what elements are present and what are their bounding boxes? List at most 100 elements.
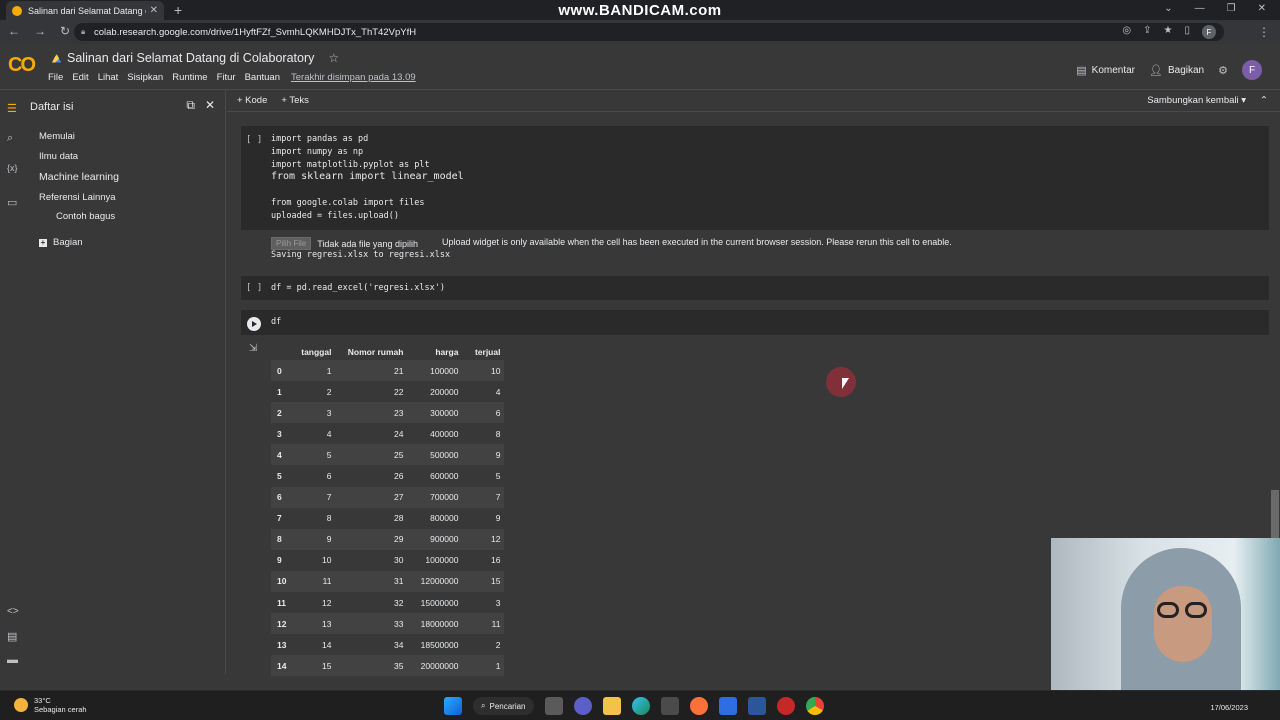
no-file-text: Tidak ada file yang dipilih bbox=[317, 238, 418, 249]
table-cell: 200000 bbox=[430, 386, 459, 397]
open-in-tab-icon[interactable]: ⧉ bbox=[186, 98, 195, 113]
variables-icon[interactable]: {x} bbox=[7, 163, 18, 173]
share-page-icon[interactable]: ⇪ bbox=[1143, 25, 1151, 39]
table-row: 0 1 21 100000 10 bbox=[271, 360, 505, 382]
table-cell: 28 bbox=[394, 513, 404, 524]
settings-gear-icon[interactable]: ⚙ bbox=[1218, 64, 1228, 77]
toc-item-contoh-bagus[interactable]: Contoh bagus bbox=[56, 211, 115, 222]
search-icon[interactable]: ⌕ bbox=[7, 132, 13, 145]
share-button[interactable]: 👤︎ Bagikan bbox=[1149, 64, 1204, 77]
table-cell: 15 bbox=[290, 655, 336, 677]
collapse-header-icon[interactable]: ⌃ bbox=[1260, 95, 1268, 106]
code-editor[interactable]: import pandas as pd import numpy as np imp… bbox=[271, 133, 464, 223]
table-cell: 12 bbox=[322, 597, 332, 608]
sidepanel-icon[interactable]: ▯ bbox=[1184, 25, 1190, 39]
restore-icon[interactable]: ❐ bbox=[1227, 3, 1236, 14]
table-cell: 12000000 bbox=[407, 570, 463, 593]
toc-item-memulai[interactable]: Memulai bbox=[39, 131, 75, 142]
store-icon[interactable] bbox=[660, 697, 679, 715]
menu-insert[interactable]: Sisipkan bbox=[127, 72, 163, 83]
colab-logo[interactable]: CO bbox=[8, 54, 36, 77]
table-cell: 4 bbox=[326, 428, 332, 439]
tab-search-icon[interactable]: ⌄ bbox=[1164, 3, 1172, 14]
run-cell-icon[interactable] bbox=[247, 317, 261, 331]
code-line[interactable]: df = pd.read_excel('regresi.xlsx') bbox=[271, 282, 445, 295]
code-cell-imports[interactable]: [ ] import pandas as pd import numpy as n… bbox=[241, 126, 1269, 230]
reload-icon[interactable]: ↻ bbox=[60, 24, 70, 38]
toc-item-machine-learning[interactable]: Machine learning bbox=[39, 171, 119, 183]
table-cell: 24 bbox=[394, 428, 404, 439]
close-window-icon[interactable]: ✕ bbox=[1258, 3, 1266, 14]
code-line[interactable]: df bbox=[271, 316, 281, 329]
table-of-contents-panel: Daftar isi ⧉ ✕ Memulai Ilmu data Machine… bbox=[26, 90, 226, 674]
google-lens-icon[interactable]: ◎ bbox=[1122, 25, 1131, 39]
column-header: harga bbox=[435, 346, 459, 357]
weather-widget[interactable]: 33°C Sebagian cerah bbox=[14, 696, 87, 714]
toc-item-referensi-lainnya[interactable]: Referensi Lainnya bbox=[39, 192, 116, 203]
menu-help[interactable]: Bantuan bbox=[245, 72, 280, 83]
table-cell: 5 bbox=[495, 471, 501, 482]
minimize-icon[interactable]: — bbox=[1195, 3, 1205, 14]
add-section-button[interactable]: + Bagian bbox=[39, 237, 83, 248]
comment-button[interactable]: ▤ Komentar bbox=[1076, 64, 1135, 77]
menu-view[interactable]: Lihat bbox=[98, 72, 119, 83]
files-folder-icon[interactable]: ▭ bbox=[7, 196, 17, 209]
output-actions-icon[interactable]: ⇲ bbox=[249, 343, 257, 354]
firefox-icon[interactable] bbox=[689, 697, 708, 715]
star-icon[interactable]: ☆ bbox=[328, 51, 339, 65]
code-cell-df[interactable]: df bbox=[241, 310, 1269, 335]
back-icon[interactable]: ← bbox=[8, 24, 20, 38]
row-index: 10 bbox=[271, 570, 291, 593]
row-index: 3 bbox=[277, 428, 282, 439]
code-snippets-icon[interactable]: <> bbox=[7, 606, 19, 617]
bookmark-star-icon[interactable]: ★ bbox=[1164, 25, 1173, 39]
table-cell: 21 bbox=[335, 360, 408, 382]
browser-menu-icon[interactable]: ⋮ bbox=[1258, 25, 1270, 39]
choose-file-button[interactable]: Pilih File bbox=[271, 237, 312, 250]
menu-runtime[interactable]: Runtime bbox=[172, 72, 207, 83]
menu-edit[interactable]: Edit bbox=[72, 72, 88, 83]
code-cell-read-excel[interactable]: [ ] df = pd.read_excel('regresi.xlsx') bbox=[241, 276, 1269, 300]
scrollbar-thumb[interactable] bbox=[1271, 490, 1279, 540]
url-field[interactable]: 🔒︎ colab.research.google.com/drive/1Hyft… bbox=[74, 23, 1224, 41]
terminal-icon[interactable]: ▬ bbox=[7, 654, 18, 666]
reconnect-button[interactable]: Sambungkan kembali ▾ bbox=[1147, 95, 1246, 106]
table-cell: 10 bbox=[322, 555, 332, 566]
command-palette-icon[interactable]: ▤ bbox=[7, 630, 17, 643]
notebook-title[interactable]: Salinan dari Selamat Datang di Colaborat… bbox=[67, 51, 314, 65]
file-explorer-icon[interactable] bbox=[602, 697, 621, 715]
chrome-icon[interactable] bbox=[805, 697, 824, 715]
table-cell: 15000000 bbox=[420, 597, 459, 608]
forward-icon[interactable]: → bbox=[34, 24, 46, 38]
mouse-pointer-icon bbox=[842, 378, 849, 389]
table-cell: 2 bbox=[495, 639, 501, 650]
saving-message: Saving regresi.xlsx to regresi.xlsx bbox=[271, 250, 451, 260]
last-saved-link[interactable]: Terakhir disimpan pada 13.09 bbox=[291, 72, 416, 83]
toc-item-ilmu-data[interactable]: Ilmu data bbox=[39, 151, 78, 162]
bandicam-icon[interactable] bbox=[776, 697, 795, 715]
add-text-button[interactable]: + Teks bbox=[281, 95, 309, 106]
menu-file[interactable]: File bbox=[48, 72, 63, 83]
table-row: 11 12 32 15000000 3 bbox=[271, 592, 504, 613]
header-actions: ▤ Komentar 👤︎ Bagikan ⚙ F bbox=[1076, 60, 1262, 80]
word-icon[interactable] bbox=[747, 697, 766, 715]
cell-run-bracket[interactable]: [ ] bbox=[246, 283, 262, 293]
pen-app-icon[interactable] bbox=[718, 697, 737, 715]
colab-header: CO Salinan dari Selamat Datang di Colabo… bbox=[0, 44, 1280, 90]
cell-run-bracket[interactable]: [ ] bbox=[246, 135, 262, 145]
taskbar-search[interactable]: ⌕ Pencarian bbox=[473, 697, 534, 715]
task-view-icon[interactable] bbox=[544, 697, 563, 715]
table-cell: 25 bbox=[335, 444, 408, 466]
add-code-button[interactable]: + Kode bbox=[237, 95, 267, 106]
edge-browser-icon[interactable] bbox=[631, 697, 650, 715]
teams-chat-icon[interactable] bbox=[573, 697, 592, 715]
column-header: Nomor rumah bbox=[347, 346, 404, 357]
table-of-contents-icon[interactable]: ☰ bbox=[7, 102, 17, 115]
windows-start-icon[interactable] bbox=[444, 697, 462, 715]
table-row: 1 2 22 200000 4 bbox=[271, 381, 504, 402]
account-avatar[interactable]: F bbox=[1242, 60, 1262, 80]
close-panel-icon[interactable]: ✕ bbox=[205, 98, 215, 113]
profile-avatar[interactable]: F bbox=[1202, 25, 1216, 39]
notebook-title-row: Salinan dari Selamat Datang di Colaborat… bbox=[52, 51, 339, 65]
menu-tools[interactable]: Fitur bbox=[217, 72, 236, 83]
